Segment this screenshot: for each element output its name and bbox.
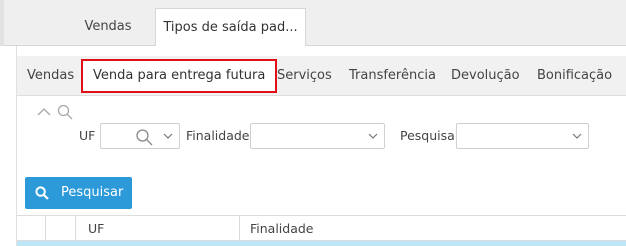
- pesquisar-label: Pesquisar: [61, 185, 124, 200]
- grid-column-uf[interactable]: UF: [75, 216, 239, 241]
- uf-select[interactable]: [100, 123, 180, 149]
- pesquisa-label: Pesquisa: [400, 128, 455, 143]
- chevron-down-icon: [368, 133, 378, 139]
- grid-select-column[interactable]: [45, 216, 75, 241]
- chevron-up-icon: [37, 108, 51, 116]
- grid-column-finalidade[interactable]: Finalidade: [239, 216, 626, 241]
- table-row[interactable]: [17, 241, 626, 246]
- main-panel: Vendas Venda para entrega futura Serviço…: [16, 46, 626, 246]
- sub-tab-bonificacao[interactable]: Bonificação: [537, 56, 612, 96]
- sub-tab-bar: Vendas Venda para entrega futura Serviço…: [17, 56, 626, 96]
- search-icon: [57, 104, 73, 120]
- strip-edge: [0, 0, 4, 46]
- top-tab-strip: Vendas Tipos de saída pad...: [0, 0, 626, 47]
- sub-tab-devolucao[interactable]: Devolução: [451, 56, 520, 96]
- grid-header: UF Finalidade: [17, 215, 626, 241]
- pesquisar-button[interactable]: Pesquisar: [25, 177, 132, 209]
- filter-collapse-toggle[interactable]: [37, 104, 73, 120]
- sub-tab-vendas[interactable]: Vendas: [27, 56, 74, 96]
- pesquisa-select[interactable]: [456, 123, 589, 149]
- chevron-down-icon: [572, 133, 582, 139]
- search-icon: [136, 129, 153, 146]
- chevron-down-icon: [163, 133, 173, 139]
- finalidade-label: Finalidade: [186, 128, 250, 143]
- sub-tab-servicos[interactable]: Serviços: [277, 56, 332, 96]
- search-icon: [35, 186, 49, 200]
- top-tab-tipos-de-saida[interactable]: Tipos de saída pad...: [155, 8, 306, 47]
- finalidade-select[interactable]: [250, 123, 385, 149]
- sub-tab-transferencia[interactable]: Transferência: [349, 56, 436, 96]
- uf-label: UF: [79, 128, 96, 143]
- sub-tab-venda-entrega-futura[interactable]: Venda para entrega futura: [81, 59, 278, 93]
